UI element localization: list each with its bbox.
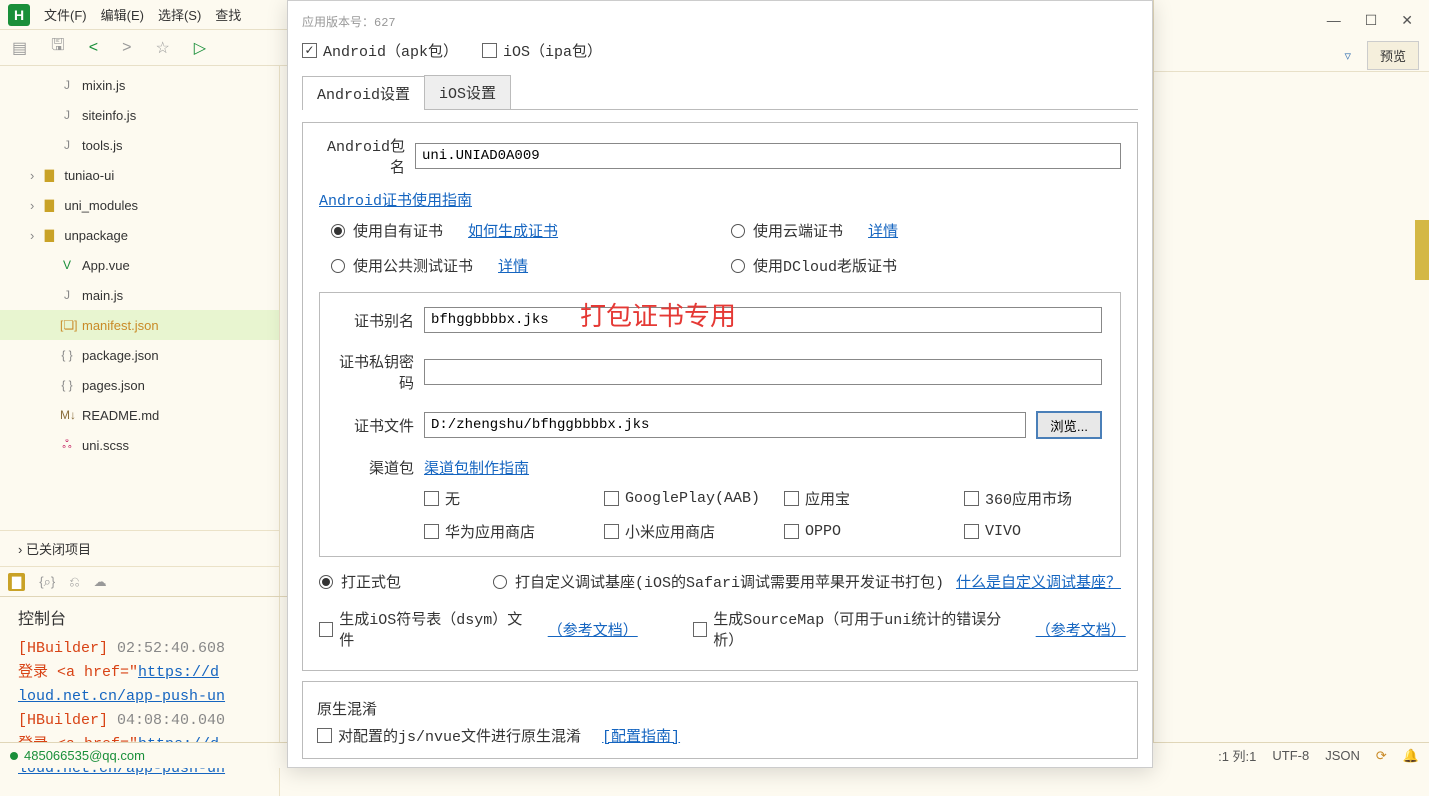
explorer-tab-icon[interactable]: ▇ bbox=[8, 573, 25, 591]
closed-projects[interactable]: › 已关闭项目 bbox=[0, 530, 279, 566]
back-icon[interactable]: < bbox=[89, 39, 98, 57]
folder-item[interactable]: ›▇tuniao-ui bbox=[0, 160, 279, 190]
forward-icon[interactable]: > bbox=[122, 39, 131, 57]
file-item[interactable]: Jtools.js bbox=[0, 130, 279, 160]
status-language[interactable]: JSON bbox=[1325, 748, 1360, 763]
channel-360[interactable]: 360应用市场 bbox=[964, 488, 1144, 509]
scm-icon[interactable]: ⎌ bbox=[69, 574, 79, 590]
radio-own-cert[interactable]: 使用自有证书 如何生成证书 bbox=[331, 220, 731, 241]
channel-guide-link[interactable]: 渠道包制作指南 bbox=[424, 457, 529, 478]
scrollbar-thumb[interactable] bbox=[1415, 220, 1429, 280]
dialog-version: 应用版本号：627 bbox=[302, 13, 1138, 30]
folder-item[interactable]: ›▇unpackage bbox=[0, 220, 279, 250]
search-icon[interactable]: {⌕} bbox=[39, 574, 55, 590]
sync-icon[interactable]: ⟳ bbox=[1376, 748, 1387, 764]
menu-edit[interactable]: 编辑(E) bbox=[101, 5, 144, 24]
filter-icon[interactable]: ▿ bbox=[1344, 48, 1351, 64]
folder-item[interactable]: ›▇uni_modules bbox=[0, 190, 279, 220]
file-item[interactable]: { }package.json bbox=[0, 340, 279, 370]
ios-ipa-checkbox[interactable]: iOS（ipa包） bbox=[482, 40, 602, 61]
package-dialog: 应用版本号：627 Android（apk包） iOS（ipa包） Androi… bbox=[287, 0, 1153, 768]
file-item-selected[interactable]: [❏]manifest.json bbox=[0, 310, 279, 340]
minimize-icon[interactable]: — bbox=[1327, 12, 1341, 28]
radio-debug[interactable]: 打自定义调试基座(iOS的Safari调试需要用苹果开发证书打包) bbox=[493, 571, 944, 592]
pkg-label: Android包名 bbox=[319, 135, 405, 177]
cert-guide-link[interactable]: Android证书使用指南 bbox=[319, 193, 472, 210]
menu-find[interactable]: 查找 bbox=[215, 5, 241, 24]
file-input[interactable] bbox=[424, 412, 1026, 438]
channel-oppo[interactable]: OPPO bbox=[784, 521, 964, 542]
file-item[interactable]: Jmixin.js bbox=[0, 70, 279, 100]
file-item[interactable]: M↓README.md bbox=[0, 400, 279, 430]
channel-googleplay[interactable]: GooglePlay(AAB) bbox=[604, 488, 784, 509]
cloud-icon[interactable]: ☁ bbox=[94, 574, 107, 590]
radio-cloud-cert[interactable]: 使用云端证书 详情 bbox=[731, 220, 1131, 241]
channel-label: 渠道包 bbox=[338, 457, 414, 478]
console-title: 控制台 bbox=[18, 605, 261, 629]
pwd-input[interactable] bbox=[424, 359, 1102, 385]
explorer-bottom-bar: ▇ {⌕} ⎌ ☁ bbox=[0, 566, 279, 596]
debug-base-link[interactable]: 什么是自定义调试基座？ bbox=[956, 571, 1121, 592]
app-logo: H bbox=[8, 4, 30, 26]
file-item[interactable]: Jsiteinfo.js bbox=[0, 100, 279, 130]
channel-xiaomi[interactable]: 小米应用商店 bbox=[604, 521, 784, 542]
radio-release[interactable]: 打正式包 bbox=[319, 571, 401, 592]
pwd-label: 证书私钥密码 bbox=[338, 351, 414, 393]
alias-label: 证书别名 bbox=[338, 310, 414, 331]
alias-input[interactable] bbox=[424, 307, 1102, 333]
channel-none[interactable]: 无 bbox=[424, 488, 604, 509]
preview-button[interactable]: 预览 bbox=[1367, 41, 1419, 70]
status-user[interactable]: 485066535@qq.com bbox=[24, 748, 145, 763]
browse-button[interactable]: 浏览... bbox=[1036, 411, 1102, 439]
new-file-icon[interactable]: ▤ bbox=[12, 38, 27, 58]
native-obfuscate-checkbox[interactable]: 对配置的js/nvue文件进行原生混淆 [配置指南] bbox=[317, 725, 680, 746]
right-panel: — ☐ ✕ ▿ 预览 bbox=[1153, 0, 1429, 768]
save-icon[interactable]: 🖫 bbox=[51, 34, 65, 61]
file-item[interactable]: ஃuni.scss bbox=[0, 430, 279, 460]
bell-icon[interactable]: 🔔 bbox=[1403, 748, 1419, 764]
file-item[interactable]: { }pages.json bbox=[0, 370, 279, 400]
tab-ios[interactable]: iOS设置 bbox=[424, 75, 511, 109]
maximize-icon[interactable]: ☐ bbox=[1365, 12, 1378, 29]
status-position[interactable]: :1 列:1 bbox=[1218, 746, 1256, 765]
star-icon[interactable]: ☆ bbox=[155, 38, 169, 58]
dsym-checkbox[interactable]: 生成iOS符号表（dsym）文件 （参考文档） bbox=[319, 608, 633, 650]
status-encoding[interactable]: UTF-8 bbox=[1272, 748, 1309, 763]
pkg-input[interactable] bbox=[415, 143, 1121, 169]
channel-yyb[interactable]: 应用宝 bbox=[784, 488, 964, 509]
radio-old-cert[interactable]: 使用DCloud老版证书 bbox=[731, 255, 1131, 276]
close-window-icon[interactable]: ✕ bbox=[1401, 12, 1413, 29]
sourcemap-checkbox[interactable]: 生成SourceMap（可用于uni统计的错误分析） （参考文档） bbox=[693, 608, 1121, 650]
menu-select[interactable]: 选择(S) bbox=[158, 5, 201, 24]
channel-huawei[interactable]: 华为应用商店 bbox=[424, 521, 604, 542]
native-title: 原生混淆 bbox=[317, 698, 1123, 719]
channel-vivo[interactable]: VIVO bbox=[964, 521, 1144, 542]
file-item[interactable]: VApp.vue bbox=[0, 250, 279, 280]
android-apk-checkbox[interactable]: Android（apk包） bbox=[302, 40, 458, 61]
tab-android[interactable]: Android设置 bbox=[302, 76, 425, 110]
file-item[interactable]: Jmain.js bbox=[0, 280, 279, 310]
run-icon[interactable]: ▷ bbox=[194, 38, 206, 58]
online-icon bbox=[10, 752, 18, 760]
menu-file[interactable]: 文件(F) bbox=[44, 5, 87, 24]
file-label: 证书文件 bbox=[338, 415, 414, 436]
file-explorer: Jmixin.js Jsiteinfo.js Jtools.js ›▇tunia… bbox=[0, 66, 280, 596]
radio-public-cert[interactable]: 使用公共测试证书 详情 bbox=[331, 255, 731, 276]
